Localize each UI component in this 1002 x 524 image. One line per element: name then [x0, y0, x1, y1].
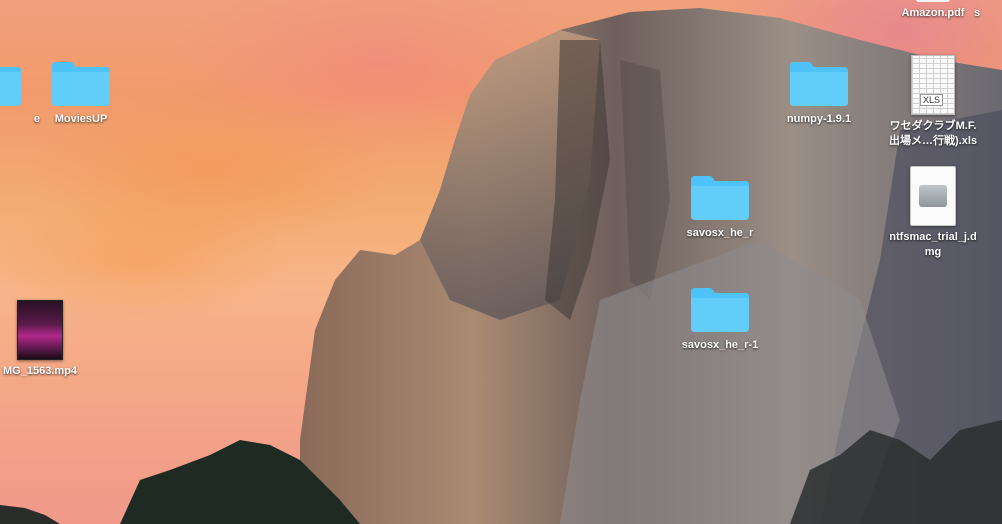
disk-image-icon — [910, 166, 956, 226]
icon-label: MoviesUP — [54, 113, 108, 125]
icon-label: savosx_he_r-1 — [681, 339, 759, 351]
icon-label: numpy-1.9.1 — [786, 113, 852, 125]
icon-label: savosx_he_r — [686, 227, 754, 239]
icon-label: ntfsmac_trial_j.d mg — [889, 231, 977, 258]
icon-label: ワセダクラブM.F. 出場メ…行戦).xls — [888, 120, 977, 147]
desktop-icon-s[interactable]: s — [974, 0, 1002, 21]
desktop-icon-mg-1563[interactable]: MG_1563.mp4 — [0, 300, 88, 379]
icon-label: MG_1563.mp4 — [3, 365, 77, 377]
desktop-icon-savosx-he-r[interactable]: savosx_he_r — [672, 172, 768, 241]
desktop-icon-waseda-xls[interactable]: XLS ワセダクラブM.F. 出場メ…行戦).xls — [885, 55, 981, 149]
folder-icon — [788, 58, 850, 108]
desktop-icon-moviesup[interactable]: MoviesUP — [33, 58, 129, 127]
desktop-icon-ntfsmac-dmg[interactable]: ntfsmac_trial_j.d mg — [885, 166, 981, 260]
desktop-icon-savosx-he-r-1[interactable]: savosx_he_r-1 — [672, 284, 768, 353]
folder-icon — [689, 284, 751, 334]
desktop-icon-numpy[interactable]: numpy-1.9.1 — [771, 58, 867, 127]
spreadsheet-file-icon: XLS — [911, 55, 955, 115]
xls-badge: XLS — [920, 94, 944, 106]
desktop-icon-amazon-pdf[interactable]: Amazon.pdf — [885, 0, 981, 21]
icon-label: s — [974, 7, 981, 19]
folder-icon — [689, 172, 751, 222]
disk-drive-shape — [919, 185, 947, 207]
folder-icon — [0, 58, 23, 108]
video-file-icon — [17, 300, 63, 360]
pdf-file-icon — [916, 0, 950, 2]
icon-label: Amazon.pdf — [901, 7, 965, 19]
folder-icon — [50, 58, 112, 108]
